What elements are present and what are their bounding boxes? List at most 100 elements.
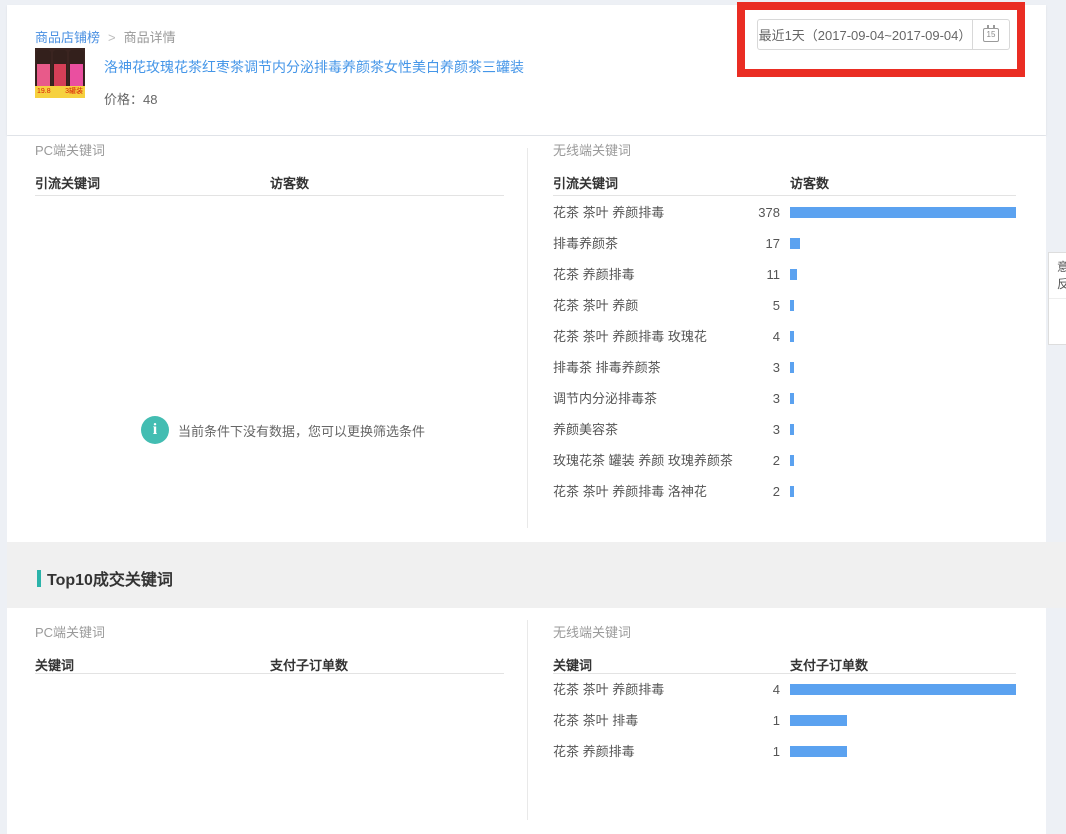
- page: 商品店铺榜 > 商品详情 19.83罐装 洛神花玫瑰花茶红枣茶调节内分泌排毒养颜茶女…: [0, 0, 1066, 834]
- keyword-cell: 花茶 茶叶 养颜排毒 玫瑰花: [553, 329, 743, 345]
- panel-title: 无线端关键词: [553, 140, 631, 159]
- panel-divider: [527, 620, 528, 820]
- value-cell: 11: [743, 267, 780, 282]
- feedback-tab-extra: [1049, 299, 1066, 344]
- product-thumbnail[interactable]: 19.83罐装: [35, 48, 85, 98]
- keyword-cell: 玫瑰花茶 罐装 养颜 玫瑰养颜茶: [553, 453, 743, 469]
- panel-title: PC端关键词: [35, 140, 105, 159]
- product-thumbnail-bottles: [35, 48, 85, 86]
- table-header: 引流关键词 访客数: [553, 173, 1025, 192]
- info-icon: i: [141, 416, 169, 444]
- panel-title: 无线端关键词: [553, 622, 631, 641]
- keyword-cell: 排毒养颜茶: [553, 236, 743, 252]
- date-range-picker[interactable]: 最近1天（2017-09-04~2017-09-04） 15: [757, 19, 1010, 50]
- value-cell: 5: [743, 298, 780, 313]
- value-bar: [790, 300, 794, 311]
- keyword-cell: 花茶 茶叶 养颜排毒 洛神花: [553, 484, 743, 500]
- value-bar: [790, 424, 794, 435]
- value-bar: [790, 269, 797, 280]
- keyword-row: 养颜美容茶3: [553, 414, 1016, 445]
- calendar-button[interactable]: 15: [972, 20, 1009, 49]
- traffic-keywords-card: PC端关键词 引流关键词 访客数 i 当前条件下没有数据，您可以更换筛选条件 无…: [7, 136, 1046, 542]
- col-keyword-header: 关键词: [35, 658, 74, 673]
- value-bar: [790, 207, 1016, 218]
- keyword-row: 花茶 茶叶 养颜排毒 洛神花2: [553, 476, 1016, 507]
- product-thumbnail-banner: 19.83罐装: [35, 86, 85, 98]
- header-underline: [553, 195, 1016, 196]
- panel-divider: [527, 148, 528, 528]
- feedback-tab-label: 意见 反馈: [1049, 253, 1066, 299]
- keyword-row: 花茶 茶叶 养颜5: [553, 290, 1016, 321]
- value-cell: 3: [743, 391, 780, 406]
- empty-message: 当前条件下没有数据，您可以更换筛选条件: [178, 421, 425, 440]
- section-title: Top10成交关键词: [37, 566, 173, 590]
- keyword-row: 花茶 茶叶 养颜排毒378: [553, 197, 1016, 228]
- keyword-cell: 花茶 养颜排毒: [553, 267, 743, 283]
- keyword-row: 花茶 茶叶 养颜排毒4: [553, 674, 1016, 705]
- col-value-header: 支付子订单数: [790, 655, 868, 674]
- keyword-cell: 花茶 茶叶 养颜排毒: [553, 682, 743, 698]
- pc-deal-panel: PC端关键词 关键词 支付子订单数 i 当前条件下没有数据，您可以更换筛选条件: [35, 608, 507, 834]
- pc-traffic-panel: PC端关键词 引流关键词 访客数 i 当前条件下没有数据，您可以更换筛选条件: [35, 136, 507, 542]
- keyword-cell: 调节内分泌排毒茶: [553, 391, 743, 407]
- breadcrumb: 商品店铺榜 > 商品详情: [35, 27, 176, 46]
- section-band: Top10成交关键词: [7, 542, 1066, 608]
- header-underline: [35, 673, 504, 674]
- date-range-label: 最近1天（2017-09-04~2017-09-04）: [758, 20, 972, 49]
- value-cell: 3: [743, 422, 780, 437]
- section-accent-bar: [37, 570, 41, 587]
- value-bar: [790, 362, 794, 373]
- keyword-cell: 花茶 茶叶 养颜排毒: [553, 205, 743, 221]
- calendar-icon: 15: [983, 28, 999, 42]
- keyword-cell: 花茶 茶叶 排毒: [553, 713, 743, 729]
- value-cell: 1: [743, 713, 780, 728]
- value-bar: [790, 393, 794, 404]
- value-bar: [790, 455, 794, 466]
- keyword-cell: 排毒茶 排毒养颜茶: [553, 360, 743, 376]
- value-cell: 3: [743, 360, 780, 375]
- breadcrumb-root-link[interactable]: 商品店铺榜: [35, 30, 100, 45]
- col-value-header: 支付子订单数: [270, 655, 348, 674]
- table-header: 关键词 支付子订单数: [35, 655, 507, 674]
- table-header: 引流关键词 访客数: [35, 173, 507, 192]
- product-title-link[interactable]: 洛神花玫瑰花茶红枣茶调节内分泌排毒养颜茶女性美白养颜茶三罐装: [104, 57, 524, 77]
- value-cell: 4: [743, 329, 780, 344]
- keyword-row: 排毒养颜茶17: [553, 228, 1016, 259]
- keyword-row: 花茶 养颜排毒11: [553, 259, 1016, 290]
- col-keyword-header: 关键词: [553, 658, 592, 673]
- value-cell: 4: [743, 682, 780, 697]
- deal-keywords-card: PC端关键词 关键词 支付子订单数 i 当前条件下没有数据，您可以更换筛选条件 …: [7, 608, 1046, 834]
- value-bar: [790, 331, 794, 342]
- keyword-list: 花茶 茶叶 养颜排毒378排毒养颜茶17花茶 养颜排毒11花茶 茶叶 养颜5花茶…: [553, 197, 1016, 507]
- wireless-traffic-panel: 无线端关键词 引流关键词 访客数 花茶 茶叶 养颜排毒378排毒养颜茶17花茶 …: [553, 136, 1025, 542]
- keyword-row: 花茶 养颜排毒1: [553, 736, 1016, 767]
- keyword-cell: 花茶 养颜排毒: [553, 744, 743, 760]
- keyword-list: 花茶 茶叶 养颜排毒4花茶 茶叶 排毒1花茶 养颜排毒1: [553, 674, 1016, 767]
- panel-title: PC端关键词: [35, 622, 105, 641]
- keyword-cell: 养颜美容茶: [553, 422, 743, 438]
- product-price: 价格：48: [104, 89, 157, 108]
- keyword-cell: 花茶 茶叶 养颜: [553, 298, 743, 314]
- col-keyword-header: 引流关键词: [35, 176, 100, 191]
- value-bar: [790, 746, 847, 757]
- col-keyword-header: 引流关键词: [553, 176, 618, 191]
- value-cell: 1: [743, 744, 780, 759]
- value-cell: 17: [743, 236, 780, 251]
- keyword-row: 玫瑰花茶 罐装 养颜 玫瑰养颜茶2: [553, 445, 1016, 476]
- header-underline: [35, 195, 504, 196]
- value-bar: [790, 486, 794, 497]
- keyword-row: 花茶 茶叶 排毒1: [553, 705, 1016, 736]
- keyword-row: 调节内分泌排毒茶3: [553, 383, 1016, 414]
- wireless-deal-panel: 无线端关键词 关键词 支付子订单数 花茶 茶叶 养颜排毒4花茶 茶叶 排毒1花茶…: [553, 608, 1025, 834]
- keyword-row: 排毒茶 排毒养颜茶3: [553, 352, 1016, 383]
- value-bar: [790, 684, 1016, 695]
- value-cell: 2: [743, 453, 780, 468]
- breadcrumb-separator: >: [108, 30, 116, 45]
- value-bar: [790, 715, 847, 726]
- breadcrumb-current: 商品详情: [124, 30, 176, 45]
- value-cell: 378: [743, 205, 780, 220]
- keyword-row: 花茶 茶叶 养颜排毒 玫瑰花4: [553, 321, 1016, 352]
- table-header: 关键词 支付子订单数: [553, 655, 1025, 674]
- feedback-tab[interactable]: 意见 反馈: [1048, 252, 1066, 345]
- col-value-header: 访客数: [790, 173, 829, 192]
